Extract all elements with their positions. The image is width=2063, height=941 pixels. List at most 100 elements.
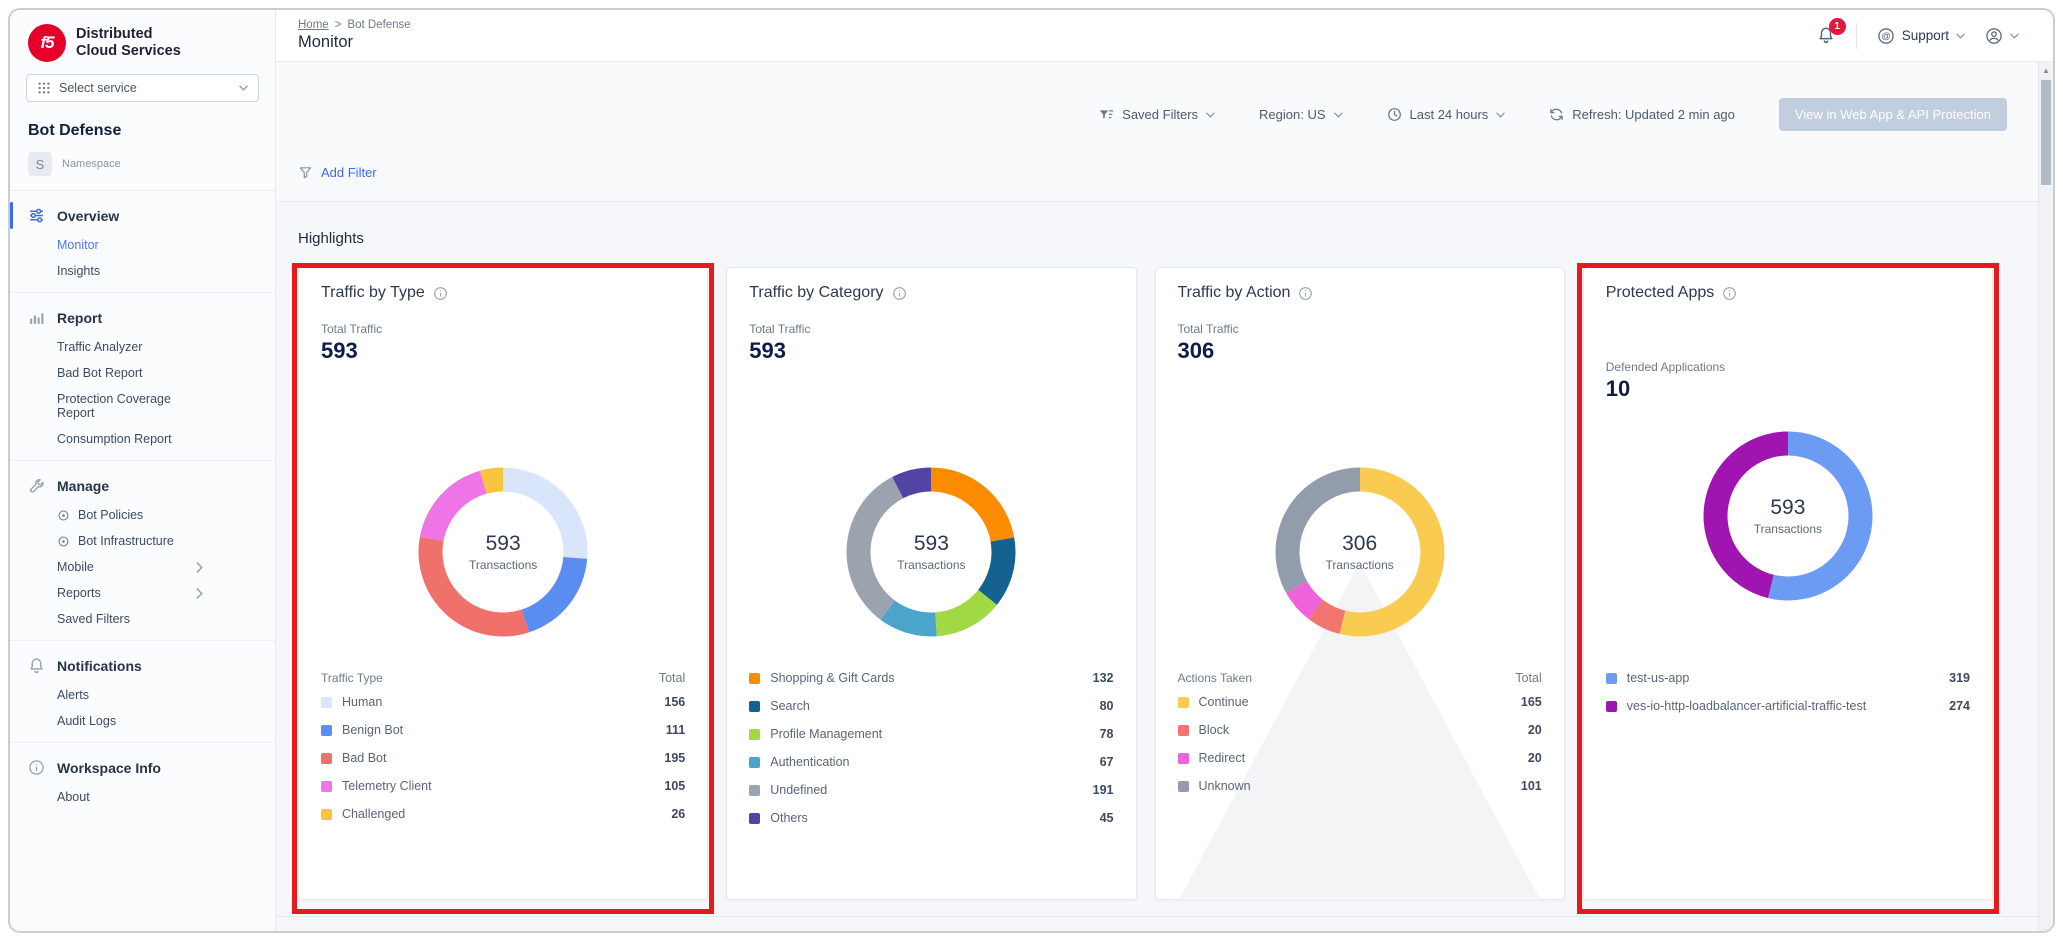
donut-segment-bad-bot[interactable] bbox=[419, 537, 529, 637]
sidebar-item-overview[interactable]: Overview bbox=[10, 199, 275, 232]
donut-segment-unknown[interactable] bbox=[1275, 468, 1359, 593]
donut-chart-protected-apps: 593Transactions bbox=[1692, 420, 1884, 612]
sidebar-subitem-label: Reports bbox=[57, 586, 101, 600]
support-menu[interactable]: @ Support bbox=[1877, 27, 1965, 45]
legend-item-unknown[interactable]: Unknown101 bbox=[1178, 772, 1542, 800]
sidebar-subitem-label: Bot Policies bbox=[78, 508, 143, 522]
legend-item-others[interactable]: Others45 bbox=[749, 804, 1113, 832]
user-menu[interactable] bbox=[1985, 27, 2019, 45]
legend-value: 132 bbox=[1093, 671, 1114, 685]
sidebar-item-notifications[interactable]: Notifications bbox=[10, 649, 275, 682]
legend-item-authentication[interactable]: Authentication67 bbox=[749, 748, 1113, 776]
sidebar-item-insights[interactable]: Insights bbox=[10, 258, 275, 284]
stat-value: 593 bbox=[749, 338, 786, 364]
legend-value: 67 bbox=[1100, 755, 1114, 769]
legend-item-benign-bot[interactable]: Benign Bot111 bbox=[321, 716, 685, 744]
view-in-waap-button[interactable]: View in Web App & API Protection bbox=[1779, 98, 2007, 131]
top-bar: Home > Bot Defense Monitor 1 @ Support bbox=[276, 10, 2053, 62]
info-icon[interactable] bbox=[892, 286, 907, 301]
info-icon[interactable] bbox=[1298, 286, 1313, 301]
legend: Shopping & Gift Cards132Search80Profile … bbox=[749, 664, 1113, 832]
scroll-up-arrow-icon[interactable]: ▲ bbox=[2039, 62, 2053, 78]
legend-value: 26 bbox=[671, 807, 685, 821]
stat-label: Total Traffic bbox=[749, 322, 810, 336]
sidebar-item-bad-bot-report[interactable]: Bad Bot Report bbox=[10, 360, 275, 386]
sidebar-item-report[interactable]: Report bbox=[10, 301, 275, 334]
sidebar-item-reports[interactable]: Reports bbox=[10, 580, 275, 606]
sidebar-item-protection-coverage-report[interactable]: Protection Coverage Report bbox=[10, 386, 275, 426]
donut-segment-benign-bot[interactable] bbox=[522, 557, 588, 632]
legend-item-challenged[interactable]: Challenged26 bbox=[321, 800, 685, 828]
legend-swatch bbox=[1178, 781, 1189, 792]
donut-segment-human[interactable] bbox=[503, 468, 587, 559]
legend-item-shopping-gift-cards[interactable]: Shopping & Gift Cards132 bbox=[749, 664, 1113, 692]
info-icon[interactable] bbox=[1722, 286, 1737, 301]
legend-item-telemetry-client[interactable]: Telemetry Client105 bbox=[321, 772, 685, 800]
donut-segment-test-us-app[interactable] bbox=[1768, 432, 1872, 601]
namespace-badge: S bbox=[28, 152, 52, 176]
donut-segment-undefined[interactable] bbox=[847, 477, 904, 620]
select-service-label: Select service bbox=[59, 81, 137, 95]
legend-swatch bbox=[321, 725, 332, 736]
donut-segment-shopping-gift-cards[interactable] bbox=[931, 468, 1014, 542]
legend-label: Unknown bbox=[1199, 779, 1251, 793]
legend-label: Bad Bot bbox=[342, 751, 386, 765]
legend-item-test-us-app[interactable]: test-us-app319 bbox=[1606, 664, 1970, 692]
refresh-button[interactable]: Refresh: Updated 2 min ago bbox=[1549, 107, 1735, 122]
chevron-down-icon bbox=[1956, 33, 1965, 39]
vertical-scrollbar[interactable]: ▲ bbox=[2038, 62, 2053, 931]
sidebar-item-manage[interactable]: Manage bbox=[10, 469, 275, 502]
legend-item-search[interactable]: Search80 bbox=[749, 692, 1113, 720]
sidebar-item-bot-policies[interactable]: Bot Policies bbox=[10, 502, 275, 528]
namespace-row[interactable]: S Namespace bbox=[10, 144, 275, 191]
legend-label: Undefined bbox=[770, 783, 827, 797]
legend-value: 191 bbox=[1093, 783, 1114, 797]
legend-swatch bbox=[1178, 697, 1189, 708]
sidebar-item-consumption-report[interactable]: Consumption Report bbox=[10, 426, 275, 452]
legend-item-continue[interactable]: Continue165 bbox=[1178, 688, 1542, 716]
donut-chart-traffic-by-type: 593Transactions bbox=[407, 456, 599, 648]
sidebar-item-traffic-analyzer[interactable]: Traffic Analyzer bbox=[10, 334, 275, 360]
sidebar-item-mobile[interactable]: Mobile bbox=[10, 554, 275, 580]
select-service-dropdown[interactable]: Select service bbox=[26, 74, 259, 102]
legend-item-profile-management[interactable]: Profile Management78 bbox=[749, 720, 1113, 748]
sidebar-item-audit-logs[interactable]: Audit Logs bbox=[10, 708, 275, 734]
sidebar-item-bot-infrastructure[interactable]: Bot Infrastructure bbox=[10, 528, 275, 554]
legend-item-undefined[interactable]: Undefined 191 bbox=[749, 776, 1113, 804]
legend-label: Block bbox=[1199, 723, 1230, 737]
scrollbar-thumb[interactable] bbox=[2041, 80, 2051, 185]
card-title-row: Traffic by Category bbox=[749, 284, 906, 302]
legend-value: 45 bbox=[1100, 811, 1114, 825]
legend-item-ves-io-http-loadbalancer-artificial-traffic-test[interactable]: ves-io-http-loadbalancer-artificial-traf… bbox=[1606, 692, 1970, 720]
legend-value: 20 bbox=[1528, 723, 1542, 737]
region-dropdown[interactable]: Region: US bbox=[1259, 107, 1342, 122]
sidebar-item-monitor[interactable]: Monitor bbox=[10, 232, 275, 258]
donut-segment-telemetry-client[interactable] bbox=[420, 471, 487, 541]
user-circle-icon bbox=[1985, 27, 2003, 45]
legend-item-human[interactable]: Human156 bbox=[321, 688, 685, 716]
legend-value: 165 bbox=[1521, 695, 1542, 709]
notifications-bell-button[interactable]: 1 bbox=[1817, 26, 1836, 45]
sidebar-item-label: Manage bbox=[57, 478, 109, 494]
time-range-dropdown[interactable]: Last 24 hours bbox=[1387, 107, 1506, 122]
sidebar-item-alerts[interactable]: Alerts bbox=[10, 682, 275, 708]
legend-item-bad-bot[interactable]: Bad Bot 195 bbox=[321, 744, 685, 772]
info-icon[interactable] bbox=[433, 286, 448, 301]
sidebar-item-about[interactable]: About bbox=[10, 784, 275, 810]
legend-value: 105 bbox=[664, 779, 685, 793]
legend-value: 195 bbox=[664, 751, 685, 765]
support-label: Support bbox=[1902, 28, 1949, 43]
topbar-divider bbox=[1856, 23, 1857, 49]
legend-item-block[interactable]: Block 20 bbox=[1178, 716, 1542, 744]
region-label: Region: US bbox=[1259, 107, 1325, 122]
donut-segment-ves-io-http-loadbalancer-artificial-traffic-test[interactable] bbox=[1703, 432, 1787, 599]
donut-segment-continue[interactable] bbox=[1339, 468, 1444, 637]
legend-label: Profile Management bbox=[770, 727, 882, 741]
breadcrumb-home-link[interactable]: Home bbox=[298, 19, 329, 31]
add-filter-button[interactable]: Add Filter bbox=[298, 165, 377, 180]
sidebar-item-saved-filters[interactable]: Saved Filters bbox=[10, 606, 275, 632]
sidebar-item-workspace-info[interactable]: Workspace Info bbox=[10, 751, 275, 784]
saved-filters-dropdown[interactable]: Saved Filters bbox=[1099, 107, 1215, 122]
legend-value: 80 bbox=[1100, 699, 1114, 713]
legend-item-redirect[interactable]: Redirect20 bbox=[1178, 744, 1542, 772]
